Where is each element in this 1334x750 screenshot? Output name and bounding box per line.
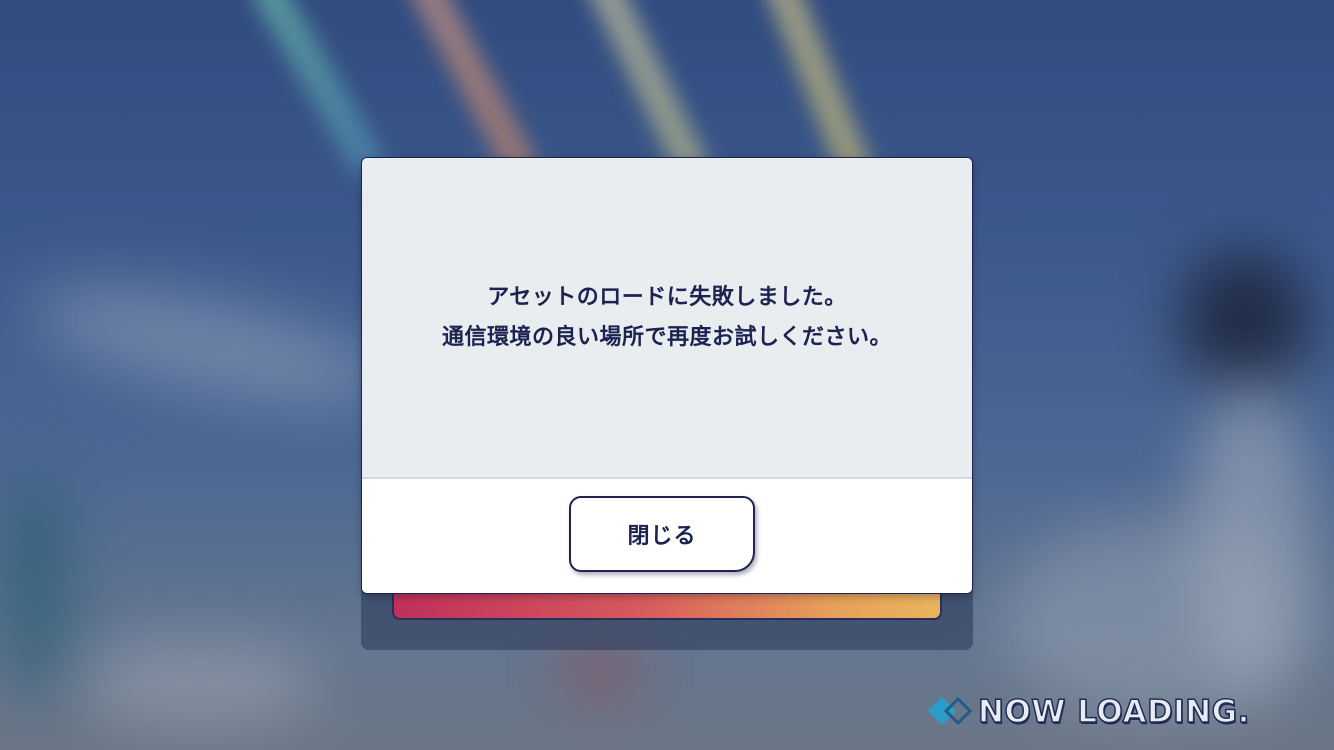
double-diamond-icon xyxy=(924,692,978,732)
loading-indicator: NOW LOADING. xyxy=(924,690,1324,734)
dialog-message-area: アセットのロードに失敗しました。 通信環境の良い場所で再度お試しください。 xyxy=(362,158,972,479)
dialog-footer: 閉じる xyxy=(362,479,972,593)
error-dialog: アセットのロードに失敗しました。 通信環境の良い場所で再度お試しください。 閉じ… xyxy=(361,157,973,594)
error-message-line-1: アセットのロードに失敗しました。 xyxy=(487,284,847,310)
loading-text: NOW LOADING. xyxy=(977,693,1250,731)
error-message-line-2: 通信環境の良い場所で再度お試しください。 xyxy=(441,324,892,350)
game-screen: アセットのロードに失敗しました。 通信環境の良い場所で再度お試しください。 閉じ… xyxy=(0,0,1334,750)
close-button[interactable]: 閉じる xyxy=(569,496,755,572)
diamond-outline-shape xyxy=(943,696,973,726)
close-button-label: 閉じる xyxy=(627,524,697,549)
